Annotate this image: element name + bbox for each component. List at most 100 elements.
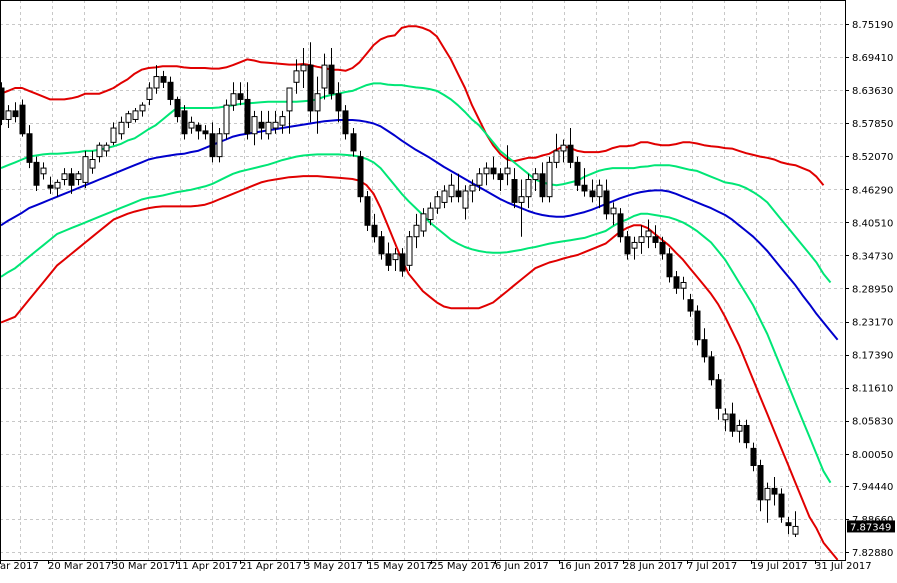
- candle-body: [40, 167, 47, 175]
- price-tick-label: 7.82880: [852, 548, 893, 559]
- candle-body: [574, 161, 581, 186]
- time-tick-label: ar 2017: [0, 561, 39, 572]
- candle-body: [307, 64, 314, 112]
- candle: [40, 162, 47, 180]
- candle-body: [581, 184, 588, 192]
- candle-body: [743, 424, 750, 444]
- candle-body: [321, 64, 328, 89]
- candle-body: [764, 487, 771, 501]
- price-tick-label: 8.69410: [852, 53, 893, 64]
- candle-body: [638, 236, 645, 243]
- candle: [652, 225, 659, 249]
- candle-body: [518, 196, 525, 203]
- time-tick-label: 15 May 2017: [367, 561, 432, 572]
- candle-body: [701, 339, 708, 358]
- candle: [434, 190, 441, 214]
- candle: [603, 179, 610, 220]
- price-tick-label: 8.46290: [852, 185, 893, 196]
- candle-body: [504, 167, 511, 175]
- candle: [350, 128, 357, 157]
- candle-body: [596, 184, 603, 198]
- candle: [673, 271, 680, 294]
- candle-body: [12, 110, 19, 118]
- candle-body: [434, 196, 441, 209]
- candle: [581, 168, 588, 197]
- time-tick-label: 6 Jun 2017: [495, 561, 549, 572]
- candle: [596, 179, 603, 209]
- candle: [47, 176, 54, 194]
- candle-body: [188, 121, 195, 129]
- candle: [406, 231, 413, 272]
- candle: [638, 225, 645, 254]
- candle: [202, 125, 209, 140]
- candle: [110, 122, 117, 146]
- time-tick-label: 20 Mar 2017: [48, 561, 111, 572]
- time-tick-label: 11 Apr 2017: [176, 561, 238, 572]
- candle-body: [757, 465, 764, 501]
- candle-body: [532, 173, 539, 181]
- candle: [708, 351, 715, 386]
- candle-body: [539, 173, 546, 198]
- candle: [694, 305, 701, 346]
- time-tick-label: 25 May 2017: [431, 561, 496, 572]
- candle-body: [195, 124, 202, 132]
- candle-body: [54, 181, 61, 189]
- price-tick-label: 8.63630: [852, 86, 893, 97]
- candle-body: [279, 116, 286, 126]
- candle: [757, 459, 764, 512]
- candle-body: [103, 144, 110, 152]
- candle-body: [244, 98, 251, 135]
- candle-body: [314, 93, 321, 112]
- candle-body: [427, 207, 434, 221]
- candle-body: [202, 130, 209, 135]
- candle-body: [5, 110, 12, 120]
- candle-body: [371, 224, 378, 238]
- candle-body: [399, 253, 406, 272]
- candle-body: [75, 173, 82, 181]
- candle-body: [715, 379, 722, 409]
- candle: [174, 96, 181, 123]
- candle-body: [33, 161, 40, 186]
- candle-body: [216, 133, 223, 158]
- upper-inner-band-line: [0, 82, 832, 284]
- candle-body: [335, 93, 342, 112]
- price-chart[interactable]: 8.75190 8.69410 8.63630 8.57850 8.52070 8.462…: [0, 0, 897, 579]
- candle: [729, 402, 736, 437]
- price-chart-canvas[interactable]: 8.75190 8.69410 8.63630 8.57850 8.52070 8.462…: [0, 0, 897, 579]
- candle: [279, 110, 286, 134]
- candle-body: [722, 413, 729, 421]
- candlesticks: [0, 42, 799, 538]
- candle: [33, 156, 40, 191]
- candle: [209, 122, 216, 163]
- time-tick-label: 3 May 2017: [304, 561, 363, 572]
- candle: [743, 419, 750, 449]
- candle-body: [778, 493, 785, 518]
- candle: [96, 142, 103, 163]
- candle: [195, 122, 202, 140]
- candle-body: [293, 70, 300, 83]
- candle: [778, 488, 785, 523]
- candle: [265, 110, 272, 140]
- candle-body: [19, 104, 26, 135]
- candle: [462, 185, 469, 220]
- candle: [385, 242, 392, 272]
- candle-body: [610, 207, 617, 215]
- candle-body: [357, 156, 364, 198]
- candle: [792, 511, 799, 538]
- candle-body: [708, 356, 715, 381]
- price-tick-label: 8.05830: [852, 417, 893, 428]
- time-tick-label: 28 Jun 2017: [623, 561, 683, 572]
- price-axis: 8.75190 8.69410 8.63630 8.57850 8.52070 8.462…: [845, 20, 893, 559]
- candle-body: [272, 121, 279, 129]
- candle-body: [406, 236, 413, 266]
- candle: [420, 208, 427, 237]
- price-tick-label: 8.75190: [852, 20, 893, 31]
- candle: [680, 276, 687, 300]
- candle-body: [378, 236, 385, 255]
- candle-body: [413, 224, 420, 238]
- price-tick-label: 8.17390: [852, 351, 893, 362]
- candle: [153, 65, 160, 94]
- current-price-tag: 7.87349: [847, 520, 895, 533]
- price-tick-label: 8.00050: [852, 450, 893, 461]
- candle: [441, 185, 448, 209]
